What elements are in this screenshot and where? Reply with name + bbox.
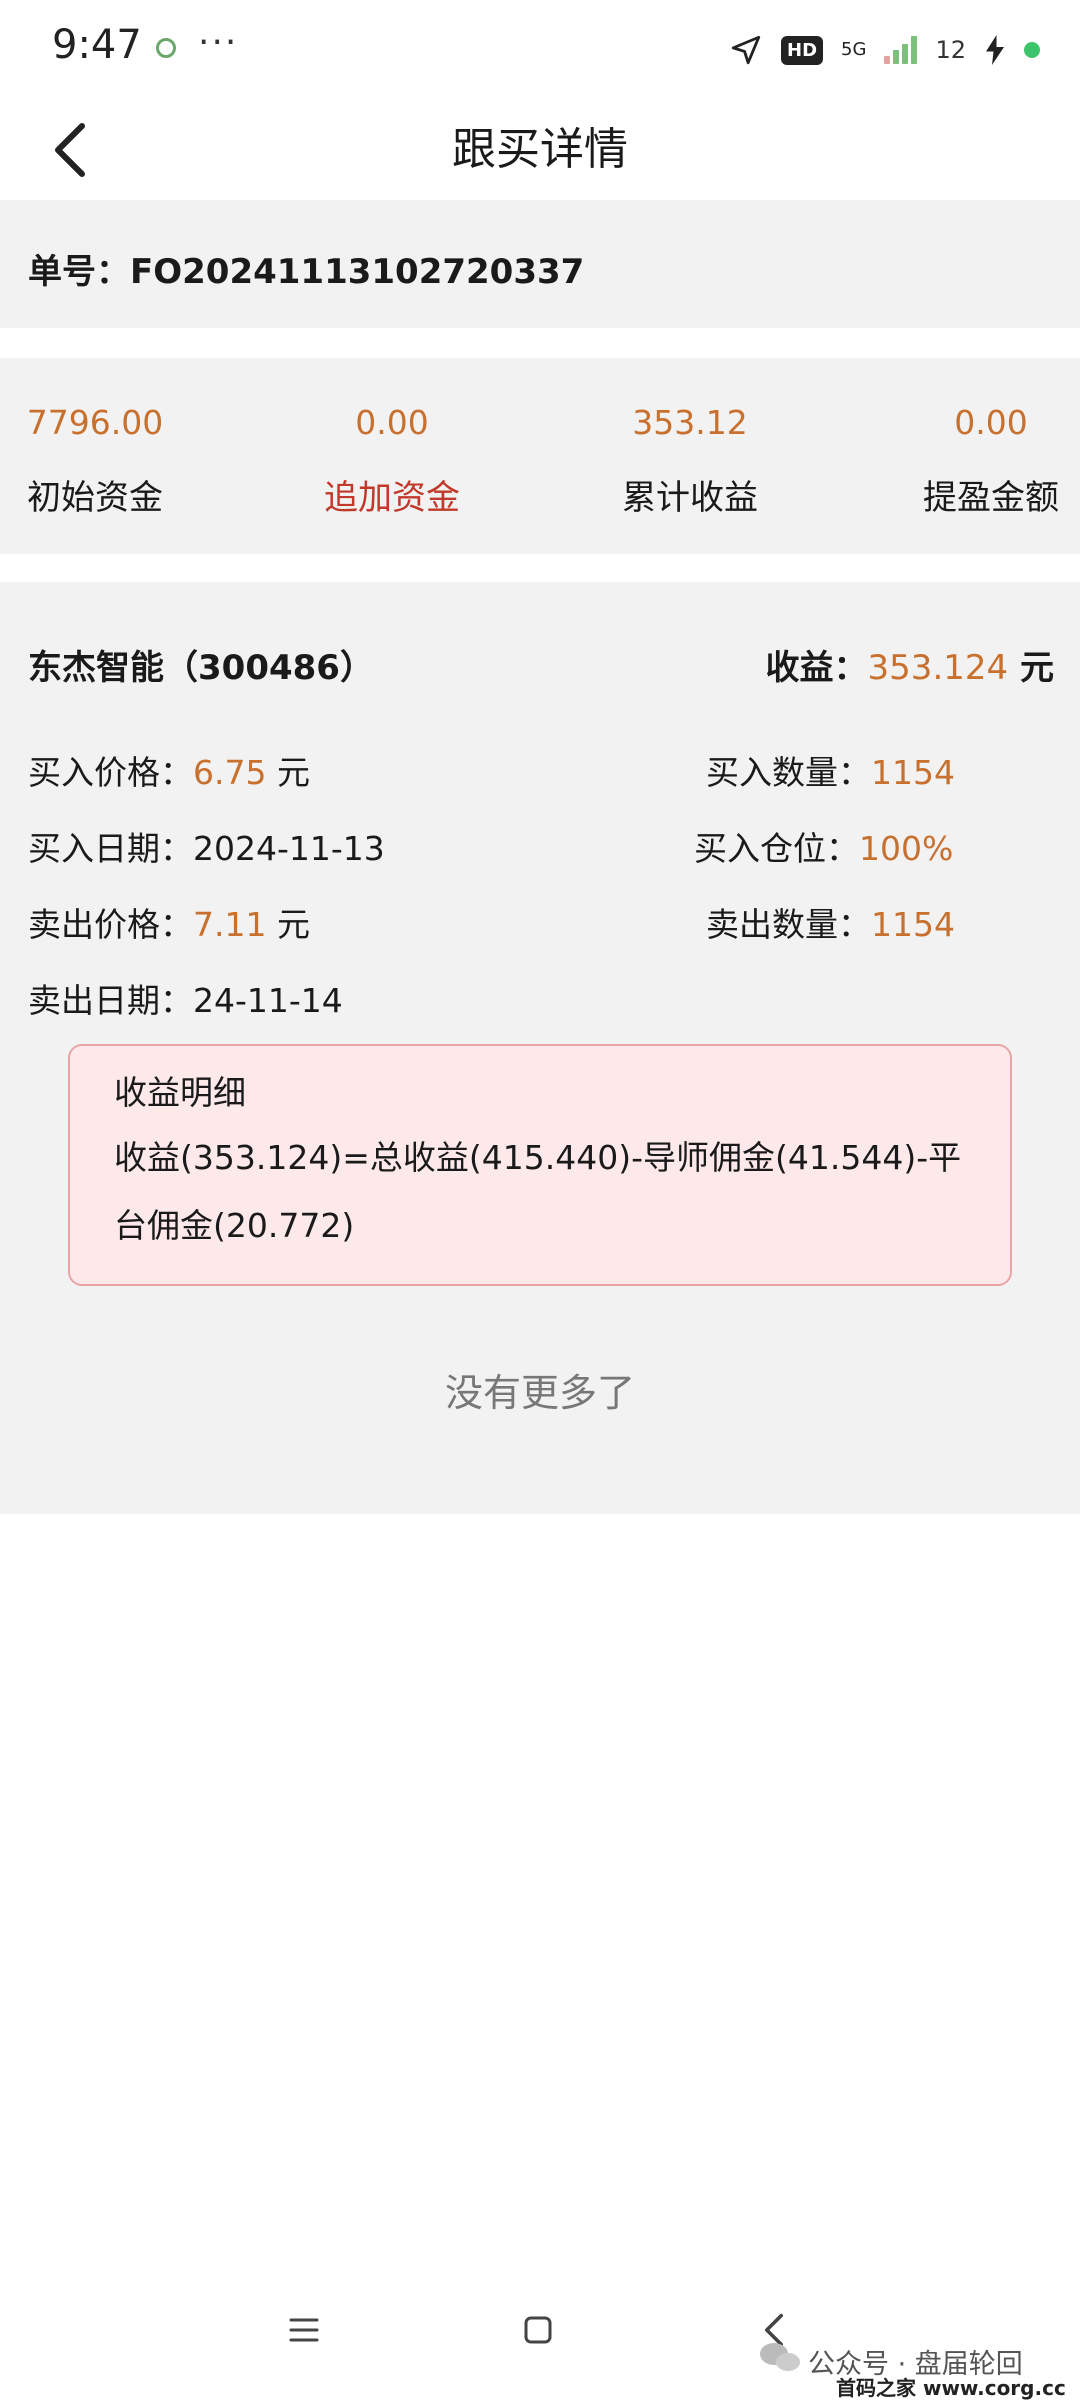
- nav-bar: 跟买详情: [0, 100, 1080, 200]
- profit-value: 353.124: [867, 648, 1009, 688]
- sell-price-unit: 元: [266, 905, 310, 944]
- watermark-site: 首码之家 www.corg.cc: [836, 2376, 1066, 2400]
- stat-value: 0.00: [954, 403, 1028, 442]
- profit-breakdown-title: 收益明细: [114, 1073, 246, 1112]
- buy-price-unit: 元: [266, 753, 310, 792]
- buy-date-value: 2024-11-13: [193, 829, 385, 868]
- order-number: FO20241113102720337: [130, 252, 585, 292]
- signal-icon: [884, 36, 918, 64]
- order-section: 单号：FO20241113102720337: [0, 200, 1080, 328]
- sell-price-value: 7.11: [193, 905, 267, 944]
- wechat-icon: [760, 2343, 800, 2371]
- buy-date-label: 买入日期：: [28, 829, 193, 868]
- buy-price-label: 买入价格：: [28, 753, 193, 792]
- status-right-group: HD 5G 12: [729, 28, 1040, 72]
- back-button[interactable]: [30, 110, 110, 190]
- sell-date-value: 24-11-14: [193, 981, 343, 1020]
- stat-label: 追加资金: [324, 478, 460, 518]
- sell-price-label: 卖出价格：: [28, 905, 193, 944]
- stat-label: 累计收益: [622, 478, 758, 518]
- square-home-icon: [524, 2316, 552, 2344]
- network-type: 5G: [841, 39, 867, 60]
- funds-summary: 7796.00 初始资金 0.00 追加资金 353.12 累计收益 0.00 …: [0, 358, 1080, 554]
- order-label: 单号：: [28, 252, 130, 292]
- profit-breakdown-formula: 收益(353.124)=总收益(415.440)-导师佣金(41.544)-平台…: [114, 1138, 962, 1245]
- stat-value: 353.12: [632, 403, 748, 442]
- buy-qty-value: 1154: [871, 753, 955, 792]
- buy-date-field: 买入日期：2024-11-13: [28, 822, 385, 870]
- more-notifications-icon: ···: [198, 22, 239, 63]
- stat-value: 7796.00: [26, 403, 164, 442]
- chevron-left-icon: [55, 123, 85, 177]
- profit-summary: 收益：353.124 元: [766, 640, 1054, 689]
- buy-qty-field: 买入数量：1154: [706, 746, 955, 794]
- status-bar: 9:47 ··· HD 5G 12: [0, 0, 1080, 100]
- page-title: 跟买详情: [452, 124, 628, 175]
- buy-qty-label: 买入数量：: [706, 753, 871, 792]
- buy-position-label: 买入仓位：: [694, 829, 859, 868]
- stat-additional-capital[interactable]: 0.00 追加资金: [257, 398, 527, 519]
- sell-qty-field: 卖出数量：1154: [706, 898, 955, 946]
- order-number-row: 单号：FO20241113102720337: [28, 244, 584, 293]
- buy-position-field: 买入仓位：100%: [694, 822, 953, 870]
- stat-cumulative-profit: 353.12 累计收益: [555, 398, 825, 519]
- status-time: 9:47: [52, 22, 142, 68]
- stat-initial-capital: 7796.00 初始资金: [0, 398, 230, 519]
- recent-apps-button[interactable]: [264, 2300, 344, 2360]
- app-notification-icon: [156, 38, 176, 58]
- trade-detail-section: 东杰智能（300486） 收益：353.124 元 买入价格：6.75 元 买入…: [0, 582, 1080, 1514]
- sell-qty-value: 1154: [871, 905, 955, 944]
- location-arrow-icon: [731, 35, 761, 65]
- no-more-text: 没有更多了: [444, 1371, 635, 1415]
- privacy-indicator-dot: [1024, 42, 1040, 58]
- profit-label: 收益：: [765, 648, 868, 688]
- profit-unit: 元: [1008, 648, 1054, 688]
- stat-label: 初始资金: [27, 478, 163, 518]
- sell-qty-label: 卖出数量：: [706, 905, 871, 944]
- battery-level: 12: [935, 36, 966, 64]
- buy-price-value: 6.75: [193, 753, 267, 792]
- charging-bolt-icon: [986, 35, 1004, 65]
- profit-breakdown-box: 收益明细 收益(353.124)=总收益(415.440)-导师佣金(41.54…: [68, 1044, 1012, 1286]
- stat-value: 0.00: [355, 403, 429, 442]
- buy-position-value: 100%: [859, 829, 954, 868]
- stat-label: 提盈金额: [923, 478, 1059, 518]
- stock-name: 东杰智能（300486）: [28, 648, 374, 688]
- sell-date-field: 卖出日期：24-11-14: [28, 974, 343, 1022]
- sell-price-field: 卖出价格：7.11 元: [28, 898, 310, 946]
- home-button[interactable]: [498, 2300, 578, 2360]
- buy-price-field: 买入价格：6.75 元: [28, 746, 310, 794]
- sell-date-label: 卖出日期：: [28, 981, 193, 1020]
- stat-withdrawn-profit: 0.00 提盈金额: [856, 398, 1080, 519]
- hd-badge: HD: [781, 35, 824, 65]
- menu-lines-icon: [289, 2318, 319, 2342]
